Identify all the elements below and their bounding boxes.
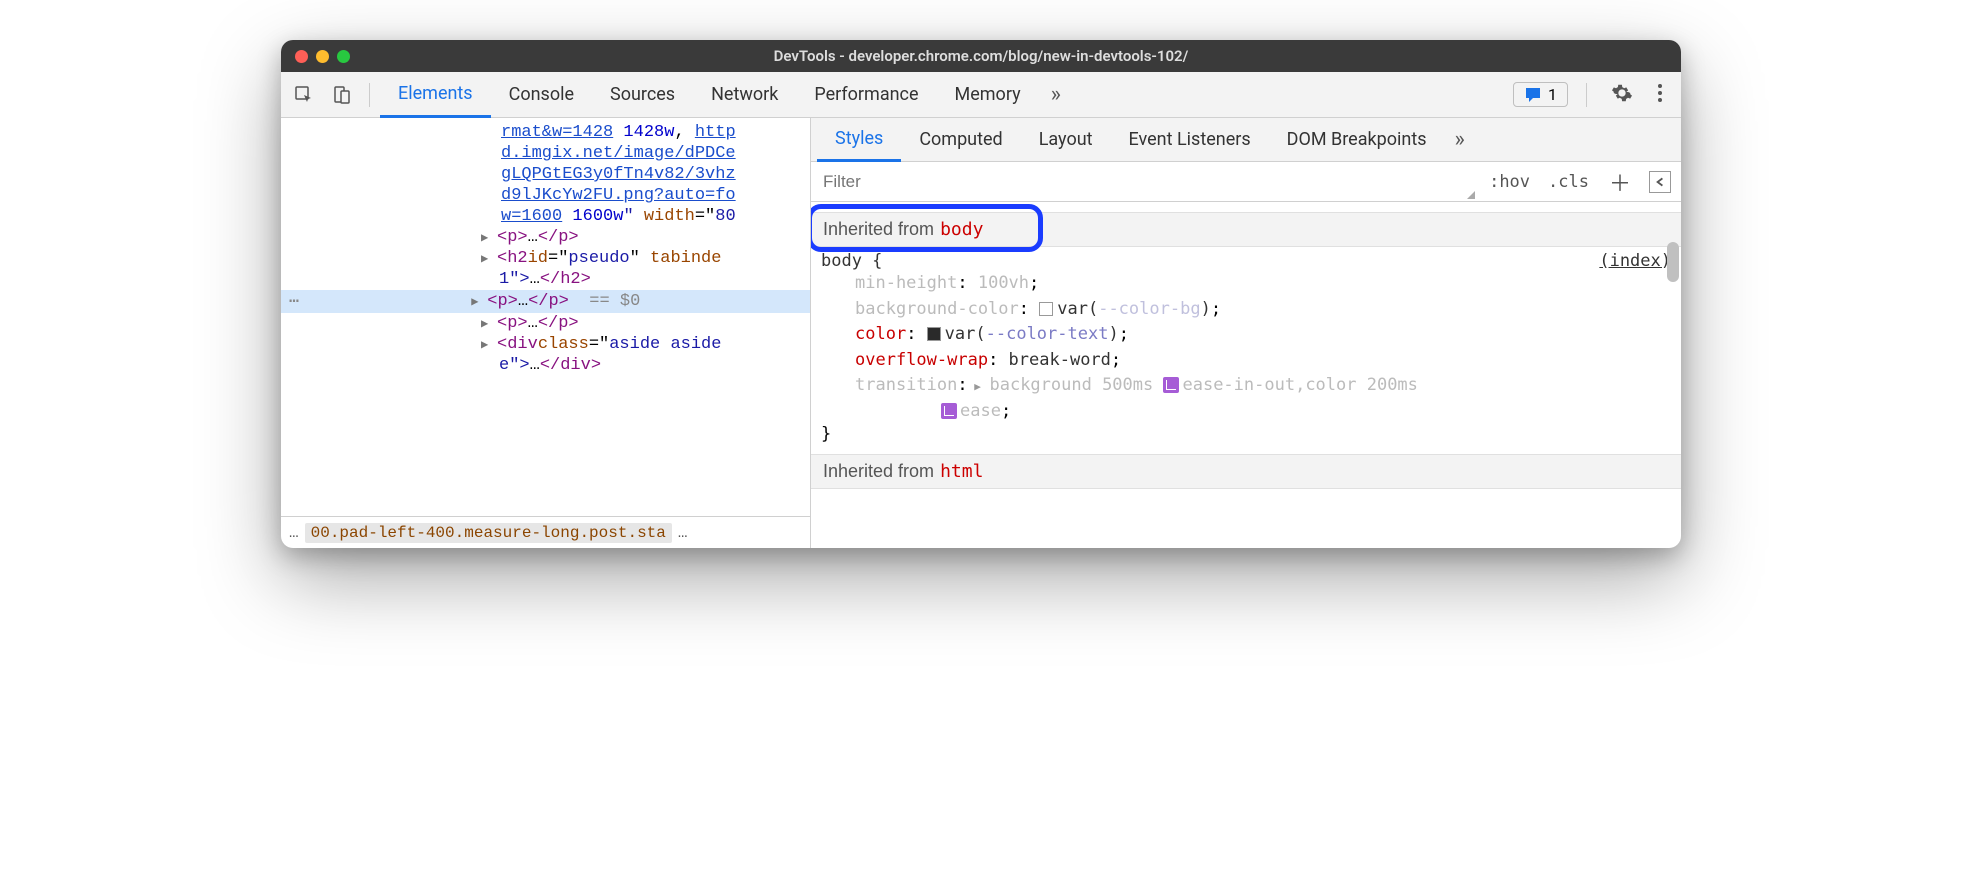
subtab-layout[interactable]: Layout — [1021, 118, 1111, 162]
declaration-overflow-wrap[interactable]: overflow-wrap: break-word; — [821, 348, 1671, 374]
styles-pane: Styles Computed Layout Event Listeners D… — [811, 118, 1681, 548]
crumb-ellipsis[interactable]: … — [289, 524, 299, 542]
css-rule[interactable]: body { (index) min-height: 100vh; backgr… — [811, 247, 1681, 448]
dom-node-h2[interactable]: ▶<h2 id="pseudo" tabinde — [281, 248, 810, 269]
elements-pane: rmat&w=1428 1428w, http d.imgix.net/imag… — [281, 118, 811, 548]
resize-corner-icon[interactable] — [1467, 191, 1475, 199]
rule-source-link[interactable]: (index) — [1599, 251, 1671, 271]
styles-body[interactable]: Inherited from body body { (index) min-h… — [811, 202, 1681, 548]
declaration-min-height[interactable]: min-height: 100vh; — [821, 271, 1671, 297]
panel-tabs: Elements Console Sources Network Perform… — [380, 72, 1509, 118]
easing-swatch-icon[interactable] — [1163, 377, 1179, 393]
dom-text-line[interactable]: rmat&w=1428 1428w, http — [281, 122, 810, 143]
subtab-dom-breakpoints[interactable]: DOM Breakpoints — [1269, 118, 1445, 162]
filter-wrap — [811, 162, 1477, 201]
window-controls — [295, 50, 350, 63]
devtools-window: DevTools - developer.chrome.com/blog/new… — [281, 40, 1681, 548]
subtab-computed[interactable]: Computed — [901, 118, 1020, 162]
cls-toggle[interactable]: .cls — [1540, 168, 1597, 196]
separator — [1586, 83, 1587, 107]
main-toolbar: Elements Console Sources Network Perform… — [281, 72, 1681, 118]
scrollbar-thumb[interactable] — [1667, 242, 1679, 282]
new-style-rule-icon[interactable]: ＋ — [1599, 166, 1641, 198]
inherited-from-header[interactable]: Inherited from body — [811, 212, 1681, 247]
settings-gear-icon[interactable] — [1605, 82, 1639, 108]
color-swatch-icon[interactable] — [927, 327, 941, 341]
expand-triangle-icon[interactable]: ▶ — [471, 294, 485, 309]
easing-swatch-icon[interactable] — [941, 403, 957, 419]
minimize-window-button[interactable] — [316, 50, 329, 63]
toolbar-right: 1 — [1513, 82, 1675, 108]
dom-node-p[interactable]: ▶<p>…</p> — [281, 227, 810, 248]
computed-toggle-icon[interactable] — [1649, 171, 1671, 193]
more-subtabs-icon[interactable]: » — [1445, 127, 1475, 152]
styles-subtabs: Styles Computed Layout Event Listeners D… — [811, 118, 1681, 162]
declaration-color[interactable]: color: var(--color-text); — [821, 322, 1671, 348]
crumb-ellipsis[interactable]: … — [678, 524, 688, 542]
issues-badge[interactable]: 1 — [1513, 82, 1568, 107]
tab-sources[interactable]: Sources — [592, 72, 693, 118]
tab-network[interactable]: Network — [693, 72, 796, 118]
issues-count: 1 — [1548, 85, 1557, 104]
scrollbar-track[interactable] — [1665, 202, 1681, 548]
filter-toggles: :hov .cls ＋ — [1477, 166, 1681, 198]
dom-text-line[interactable]: gLQPGtEG3y0fTn4v82/3vhz — [281, 164, 810, 185]
subtab-event-listeners[interactable]: Event Listeners — [1111, 118, 1269, 162]
declaration-transition-cont[interactable]: ease; — [821, 399, 1671, 425]
inherited-selector[interactable]: html — [940, 461, 983, 482]
dom-node-p-selected[interactable]: ⋯ ▶<p>…</p> == $0 — [281, 290, 810, 313]
dom-node-div-cont[interactable]: e">…</div> — [281, 355, 810, 376]
expand-triangle-icon[interactable]: ▶ — [481, 251, 495, 266]
tab-memory[interactable]: Memory — [937, 72, 1039, 118]
device-toolbar-icon[interactable] — [325, 85, 359, 105]
gutter-ellipsis-icon[interactable]: ⋯ — [281, 291, 307, 312]
tab-performance[interactable]: Performance — [796, 72, 936, 118]
more-menu-icon[interactable] — [1651, 82, 1669, 108]
titlebar: DevTools - developer.chrome.com/blog/new… — [281, 40, 1681, 72]
rule-header: body { (index) — [821, 251, 1671, 271]
main-area: rmat&w=1428 1428w, http d.imgix.net/imag… — [281, 118, 1681, 548]
dom-node-h2-cont[interactable]: 1">…</h2> — [281, 269, 810, 290]
rule-close-brace: } — [821, 424, 1671, 444]
tab-console[interactable]: Console — [491, 72, 592, 118]
expand-shorthand-icon[interactable]: ▶ — [968, 380, 988, 393]
declaration-transition[interactable]: transition: ▶ background 500ms ease-in-o… — [821, 373, 1671, 399]
maximize-window-button[interactable] — [337, 50, 350, 63]
filter-row: :hov .cls ＋ — [811, 162, 1681, 202]
tab-elements[interactable]: Elements — [380, 72, 491, 118]
inspect-element-icon[interactable] — [287, 85, 321, 105]
dom-node-div[interactable]: ▶<div class="aside aside — [281, 334, 810, 355]
color-swatch-icon[interactable] — [1039, 302, 1053, 316]
window-title: DevTools - developer.chrome.com/blog/new… — [281, 47, 1681, 65]
expand-triangle-icon[interactable]: ▶ — [481, 316, 495, 331]
dom-node-p[interactable]: ▶<p>…</p> — [281, 313, 810, 334]
close-window-button[interactable] — [295, 50, 308, 63]
hov-toggle[interactable]: :hov — [1481, 168, 1538, 196]
inherited-from-header[interactable]: Inherited from html — [811, 454, 1681, 489]
separator — [369, 83, 370, 107]
expand-triangle-icon[interactable]: ▶ — [481, 230, 495, 245]
crumb-item[interactable]: 00.pad-left-400.measure-long.post.sta — [305, 523, 672, 543]
dom-text-line[interactable]: d9lJKcYw2FU.png?auto=fo — [281, 185, 810, 206]
rule-selector[interactable]: body { — [821, 251, 882, 271]
inherited-selector[interactable]: body — [940, 219, 983, 240]
dom-text-line[interactable]: d.imgix.net/image/dPDCe — [281, 143, 810, 164]
expand-triangle-icon[interactable]: ▶ — [481, 337, 495, 352]
styles-filter-input[interactable] — [811, 162, 1056, 201]
dom-tree[interactable]: rmat&w=1428 1428w, http d.imgix.net/imag… — [281, 118, 810, 516]
declaration-background-color[interactable]: background-color: var(--color-bg); — [821, 297, 1671, 323]
more-tabs-icon[interactable]: » — [1039, 82, 1073, 107]
dom-text-line[interactable]: w=1600 1600w" width="80 — [281, 206, 810, 227]
subtab-styles[interactable]: Styles — [817, 118, 901, 162]
breadcrumb[interactable]: … 00.pad-left-400.measure-long.post.sta … — [281, 516, 810, 548]
